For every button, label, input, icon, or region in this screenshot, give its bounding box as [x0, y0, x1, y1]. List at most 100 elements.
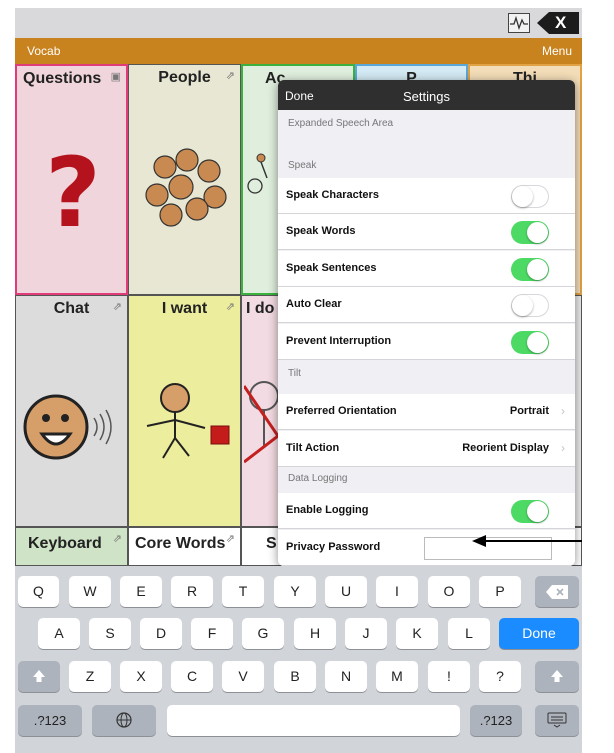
key-exclamation[interactable]: ! [428, 661, 470, 692]
shift-key-right[interactable] [535, 661, 579, 692]
backspace-icon [546, 585, 568, 599]
shift-icon [33, 670, 45, 682]
key-q[interactable]: Q [18, 576, 59, 607]
cell-questions[interactable]: Questions ▣ ? [15, 64, 128, 295]
row-label: Speak Sentences [286, 262, 377, 274]
row-enable-logging[interactable]: Enable Logging [278, 493, 575, 529]
key-c[interactable]: C [171, 661, 213, 692]
key-g[interactable]: G [242, 618, 284, 649]
shift-icon [551, 670, 563, 682]
app-screen: X Vocab Menu Questions ▣ ? People ⇗ Ac P… [15, 8, 582, 753]
shift-key-left[interactable] [18, 661, 60, 692]
globe-key[interactable] [92, 705, 156, 736]
key-question[interactable]: ? [479, 661, 521, 692]
row-tilt-action[interactable]: Tilt Action Reorient Display › [278, 431, 575, 467]
section-data-logging: Data Logging [278, 473, 575, 489]
key-j[interactable]: J [345, 618, 387, 649]
row-label: Speak Characters [286, 189, 379, 201]
section-expanded-speech: Expanded Speech Area [278, 118, 575, 138]
speak-sentences-toggle[interactable] [511, 258, 549, 281]
arrow-pointer-icon [472, 535, 582, 547]
vocab-title: Vocab [27, 44, 61, 58]
row-label: Preferred Orientation [286, 405, 397, 417]
row-prevent-interruption[interactable]: Prevent Interruption [278, 324, 575, 360]
cell-i-want[interactable]: I want ⇗ [128, 295, 241, 527]
key-k[interactable]: K [396, 618, 438, 649]
key-o[interactable]: O [428, 576, 470, 607]
cell-keyboard[interactable]: Keyboard ⇗ [15, 527, 128, 566]
section-speak: Speak [278, 160, 575, 176]
keyboard-hide-icon [547, 712, 567, 728]
key-f[interactable]: F [191, 618, 233, 649]
row-label: Enable Logging [286, 504, 369, 516]
key-e[interactable]: E [120, 576, 162, 607]
bicycle-icon [247, 153, 268, 194]
speech-bar[interactable]: X [15, 8, 582, 38]
numbers-key-left[interactable]: .?123 [18, 705, 82, 736]
pin-icon: ⇗ [112, 533, 122, 545]
cell-chat[interactable]: Chat ⇗ [15, 295, 128, 527]
key-t[interactable]: T [222, 576, 264, 607]
onscreen-keyboard: Q W E R T Y U I O P A S D F G H J K L Do… [15, 566, 582, 753]
key-b[interactable]: B [274, 661, 316, 692]
key-u[interactable]: U [325, 576, 367, 607]
key-h[interactable]: H [294, 618, 336, 649]
row-auto-clear[interactable]: Auto Clear [278, 287, 575, 323]
key-r[interactable]: R [171, 576, 213, 607]
question-mark-icon: ? [45, 137, 101, 246]
chevron-right-icon: › [561, 404, 565, 418]
backspace-key[interactable] [535, 576, 579, 607]
row-label: Tilt Action [286, 442, 340, 454]
tilt-action-value: Reorient Display [462, 442, 549, 454]
key-p[interactable]: P [479, 576, 521, 607]
key-y[interactable]: Y [274, 576, 316, 607]
key-l[interactable]: L [448, 618, 490, 649]
settings-header: Done Settings [278, 80, 575, 110]
no-icon [244, 381, 278, 464]
cell-people[interactable]: People ⇗ [128, 64, 241, 295]
cell-label: People [158, 69, 211, 86]
row-preferred-orientation[interactable]: Preferred Orientation Portrait › [278, 394, 575, 430]
speak-icon: ▣ [110, 71, 121, 83]
key-i[interactable]: I [376, 576, 418, 607]
keyboard-hide-key[interactable] [535, 705, 579, 736]
space-key[interactable] [167, 705, 460, 736]
key-m[interactable]: M [376, 661, 418, 692]
row-speak-characters[interactable]: Speak Characters [278, 178, 575, 214]
row-speak-words[interactable]: Speak Words [278, 214, 575, 250]
key-w[interactable]: W [69, 576, 111, 607]
done-key[interactable]: Done [499, 618, 579, 649]
svg-text:?: ? [45, 137, 101, 246]
prevent-interruption-toggle[interactable] [511, 331, 549, 354]
wanting-person-icon [146, 383, 230, 459]
key-d[interactable]: D [140, 618, 182, 649]
pin-icon: ⇗ [225, 70, 235, 82]
key-z[interactable]: Z [69, 661, 111, 692]
waveform-icon[interactable] [508, 13, 530, 33]
key-x[interactable]: X [120, 661, 162, 692]
row-label: Auto Clear [286, 298, 342, 310]
talking-face-icon [23, 394, 112, 460]
key-v[interactable]: V [222, 661, 264, 692]
numbers-key-right[interactable]: .?123 [470, 705, 522, 736]
key-s[interactable]: S [89, 618, 131, 649]
people-icon [145, 148, 227, 227]
nav-bar: Vocab Menu [15, 38, 582, 64]
key-a[interactable]: A [38, 618, 80, 649]
row-label: Speak Words [286, 225, 356, 237]
speak-words-toggle[interactable] [511, 221, 549, 244]
row-speak-sentences[interactable]: Speak Sentences [278, 251, 575, 287]
cell-core-words[interactable]: Core Words ⇗ [128, 527, 241, 566]
menu-button[interactable]: Menu [542, 44, 572, 58]
enable-logging-toggle[interactable] [511, 500, 549, 523]
key-n[interactable]: N [325, 661, 367, 692]
pin-icon: ⇗ [112, 301, 122, 313]
row-label: Privacy Password [286, 541, 381, 553]
cell-label: I want [161, 300, 208, 317]
auto-clear-toggle[interactable] [511, 294, 549, 317]
backspace-x-icon[interactable]: X [537, 12, 579, 34]
cell-label: Core Words [135, 535, 226, 552]
pin-icon: ⇗ [225, 533, 235, 545]
settings-title: Settings [403, 89, 450, 104]
speak-characters-toggle[interactable] [511, 185, 549, 208]
